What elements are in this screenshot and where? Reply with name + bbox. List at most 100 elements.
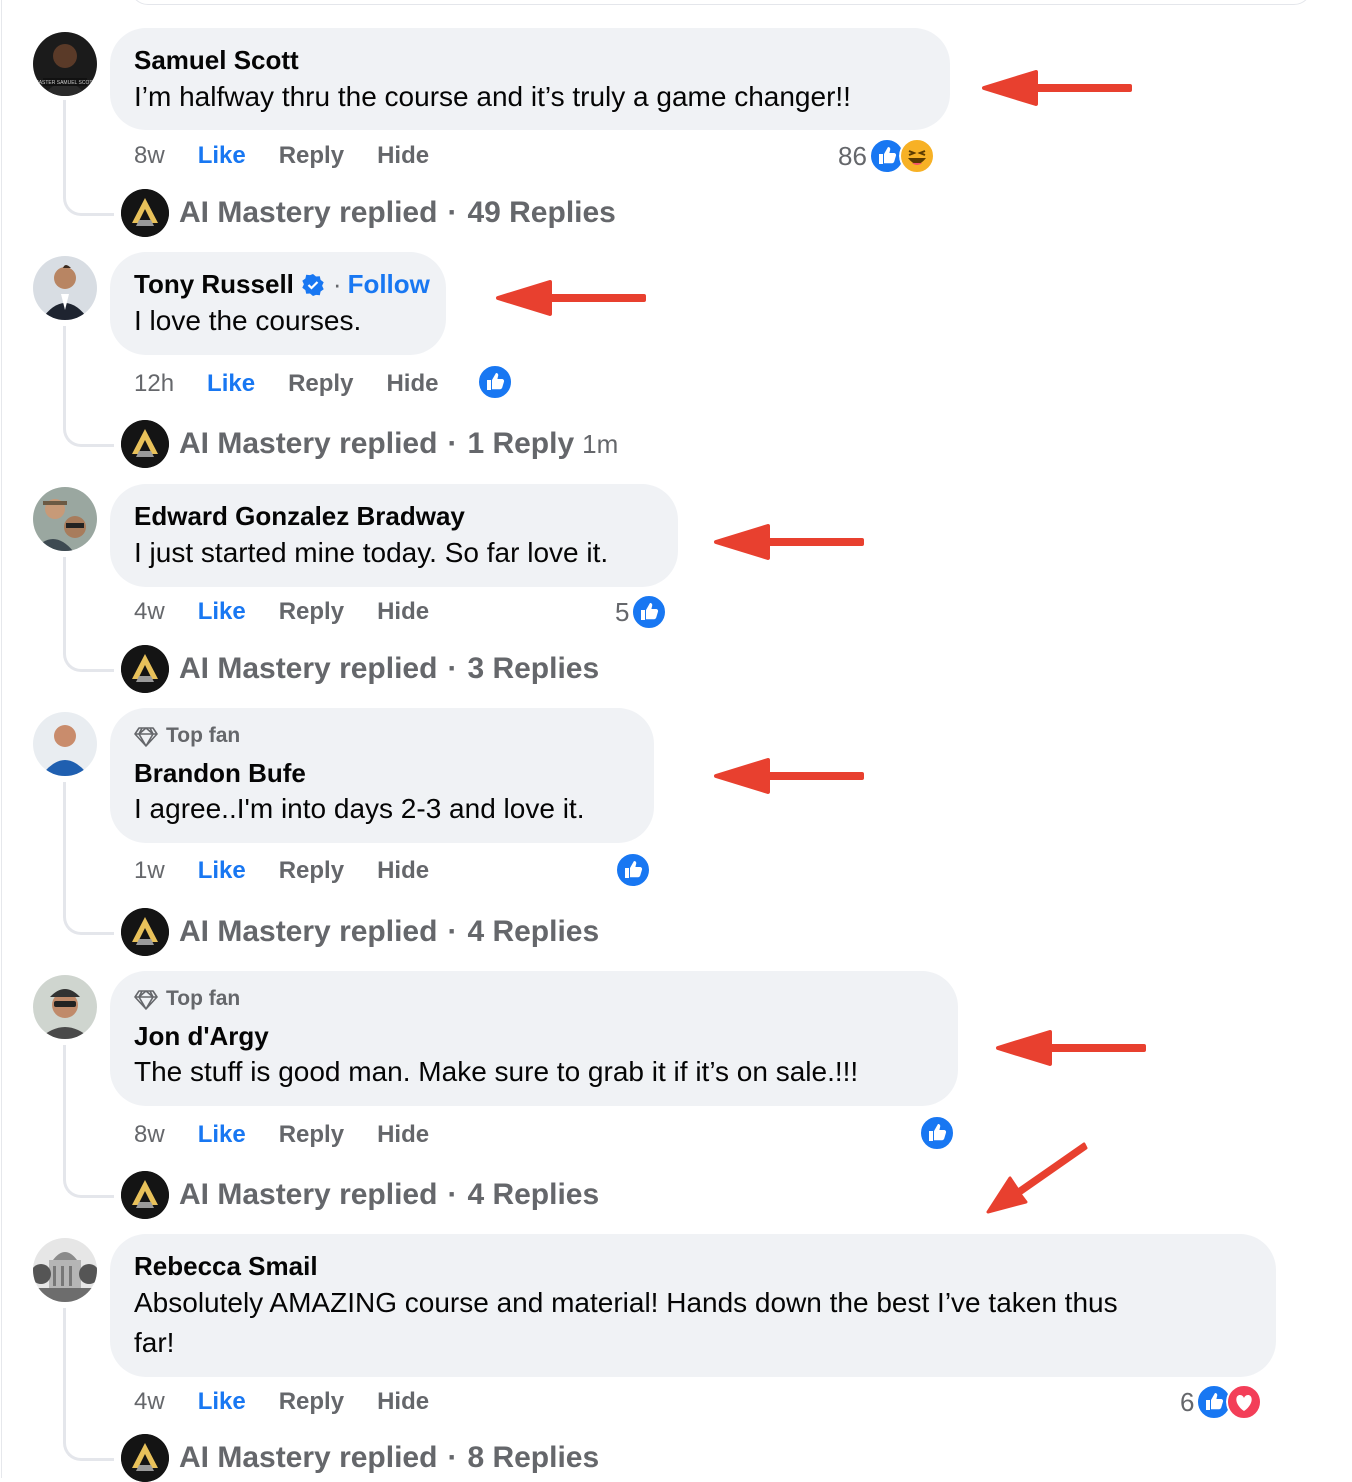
avatar[interactable]: MASTER SAMUEL SCOTT [33,32,97,96]
comment-text: The stuff is good man. Make sure to grab… [134,1056,859,1087]
separator-dot: · [447,1178,458,1211]
reply-count: 4 Replies [467,1178,600,1211]
annotation-arrow [712,512,872,572]
annotation-arrow [712,746,872,806]
reply-thread-line [63,557,114,672]
hide-button[interactable]: Hide [377,598,429,626]
reply-time: 1m [582,428,619,459]
reply-thread-line [63,782,114,935]
like-button[interactable]: Like [198,598,246,626]
top-fan-badge: Top fan [134,987,240,1011]
reply-count: 8 Replies [467,1441,600,1474]
comment-time[interactable]: 8w [134,1121,165,1149]
hide-button[interactable]: Hide [386,370,438,398]
hide-button[interactable]: Hide [377,857,429,885]
annotation-arrow-diagonal [986,1142,1088,1214]
reaction-summary[interactable]: 5 [615,594,667,630]
reaction-count: 6 [1180,1386,1195,1417]
reply-button[interactable]: Reply [279,598,344,626]
comment-text-line-2: far! [134,1327,175,1358]
comment-bubble: Samuel Scott I’m halfway thru the course… [110,28,950,130]
comment-text-line-1: Absolutely AMAZING course and material! … [134,1287,1118,1318]
love-icon [1226,1384,1263,1420]
page-replied-row[interactable]: AI Mastery replied · 8 Replies [121,1434,599,1482]
top-fan-badge: Top fan [134,724,240,748]
comment-bubble: Top fan Jon d'Argy The stuff is good man… [110,971,958,1106]
reaction-summary[interactable] [919,1115,955,1151]
avatar[interactable] [33,975,97,1039]
page-replied-row[interactable]: AI Mastery replied · 3 Replies [121,645,599,693]
hide-button[interactable]: Hide [377,1388,429,1416]
like-button[interactable]: Like [198,1388,246,1416]
comment-actions: 4w Like Reply Hide [134,598,462,626]
comment-bubble: Top fan Brandon Bufe I agree..I'm into d… [110,708,654,843]
avatar[interactable] [33,712,97,776]
page-replied-row[interactable]: AI Mastery replied · 49 Replies [121,189,616,237]
annotation-arrow [980,58,1140,118]
reply-count: 3 Replies [467,652,600,685]
comment-actions: 8w Like Reply Hide [134,142,462,170]
reply-thread-line [63,326,114,447]
reply-thread-line [63,1045,114,1198]
left-border [1,0,2,1478]
separator-dot: · [447,196,458,229]
like-button[interactable]: Like [198,857,246,885]
like-icon [477,364,513,400]
comment-text: I love the courses. [134,305,362,336]
separator-dot: · [447,915,458,948]
comment-time[interactable]: 4w [134,598,165,626]
comment-text: I just started mine today. So far love i… [134,537,609,568]
page-replied-row[interactable]: AI Mastery replied · 1 Reply 1m [121,420,618,468]
reply-button[interactable]: Reply [279,1121,344,1149]
comment-bubble: Edward Gonzalez Bradway I just started m… [110,484,678,587]
comment-time[interactable]: 8w [134,142,165,170]
page-avatar [121,1171,169,1219]
reaction-summary[interactable]: 6 [1180,1384,1263,1420]
diamond-icon [134,724,158,748]
like-icon [631,594,667,630]
like-icon [919,1115,955,1151]
replied-label: AI Mastery replied [179,915,438,948]
reply-count: 4 Replies [467,915,600,948]
like-button[interactable]: Like [198,1121,246,1149]
hide-button[interactable]: Hide [377,1121,429,1149]
reaction-summary[interactable] [477,364,513,400]
avatar[interactable] [33,487,97,551]
reaction-summary[interactable] [615,852,651,888]
reply-button[interactable]: Reply [279,142,344,170]
annotation-arrow [494,268,654,328]
like-button[interactable]: Like [198,142,246,170]
comment-text: I’m halfway thru the course and it’s tru… [134,81,851,112]
replied-label: AI Mastery replied [179,652,438,685]
commenter-name[interactable]: Jon d'Argy [134,1021,269,1052]
reaction-summary[interactable]: 86 [838,138,935,174]
comment-time[interactable]: 1w [134,857,165,885]
reply-button[interactable]: Reply [279,857,344,885]
avatar[interactable] [33,1238,97,1302]
separator-dot: · [447,427,458,460]
reply-button[interactable]: Reply [279,1388,344,1416]
like-button[interactable]: Like [207,370,255,398]
comment-time[interactable]: 4w [134,1388,165,1416]
commenter-name-text[interactable]: Tony Russell [134,269,294,300]
page-replied-row[interactable]: AI Mastery replied · 4 Replies [121,908,599,956]
hide-button[interactable]: Hide [377,142,429,170]
annotation-arrow [994,1018,1154,1078]
comment-actions: 12h Like Reply Hide [134,370,471,398]
follow-button[interactable]: Follow [348,269,430,300]
page-replied-row[interactable]: AI Mastery replied · 4 Replies [121,1171,599,1219]
commenter-name[interactable]: Edward Gonzalez Bradway [134,501,465,532]
reply-thread-line [63,100,114,216]
commenter-name[interactable]: Brandon Bufe [134,758,306,789]
comment-bubble: Rebecca Smail Absolutely AMAZING course … [110,1234,1276,1377]
commenter-name[interactable]: Samuel Scott [134,45,299,76]
replied-label: AI Mastery replied [179,196,438,229]
haha-icon [898,138,935,174]
svg-text:MASTER SAMUEL SCOTT: MASTER SAMUEL SCOTT [35,80,96,86]
avatar[interactable] [33,256,97,320]
comment-actions: 4w Like Reply Hide [134,1388,462,1416]
reply-button[interactable]: Reply [288,370,353,398]
commenter-name[interactable]: Rebecca Smail [134,1251,318,1282]
comment-time[interactable]: 12h [134,370,174,398]
page-avatar [121,645,169,693]
